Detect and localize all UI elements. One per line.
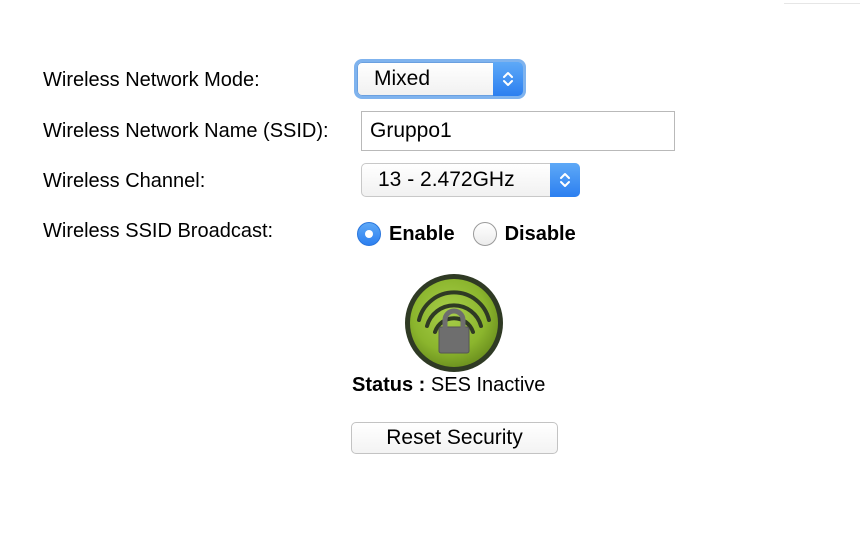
wireless-mode-value: Mixed [374, 67, 431, 90]
disable-label: Disable [504, 222, 576, 245]
broadcast-enable-option[interactable]: Enable [357, 222, 455, 246]
wireless-settings-page: Wireless Network Mode: Mixed Wireless Ne… [0, 0, 868, 552]
enable-radio[interactable] [357, 222, 381, 246]
disable-radio[interactable] [472, 222, 497, 246]
broadcast-disable-option[interactable]: Disable [472, 222, 576, 246]
wireless-mode-label: Wireless Network Mode: [43, 69, 260, 91]
status-value: SES Inactive [430, 374, 546, 396]
wireless-mode-select[interactable]: Mixed [357, 62, 523, 96]
enable-label: Enable [389, 222, 455, 245]
chevron-updown-icon [493, 62, 523, 96]
wireless-channel-label: Wireless Channel: [43, 170, 206, 192]
wireless-lock-icon[interactable] [403, 272, 505, 379]
ssid-input[interactable] [361, 111, 675, 151]
chevron-updown-icon [550, 163, 580, 197]
wireless-channel-select[interactable]: 13 - 2.472GHz [361, 163, 580, 197]
ssid-broadcast-radio-group: Enable Disable [357, 220, 594, 248]
divider [784, 3, 860, 4]
reset-security-button[interactable]: Reset Security [351, 422, 558, 454]
wireless-channel-value: 13 - 2.472GHz [378, 168, 515, 191]
ssid-broadcast-label: Wireless SSID Broadcast: [43, 220, 274, 242]
ssid-label: Wireless Network Name (SSID): [43, 120, 329, 142]
ses-status: Status : SES Inactive [352, 373, 545, 397]
status-label: Status : [352, 374, 426, 396]
